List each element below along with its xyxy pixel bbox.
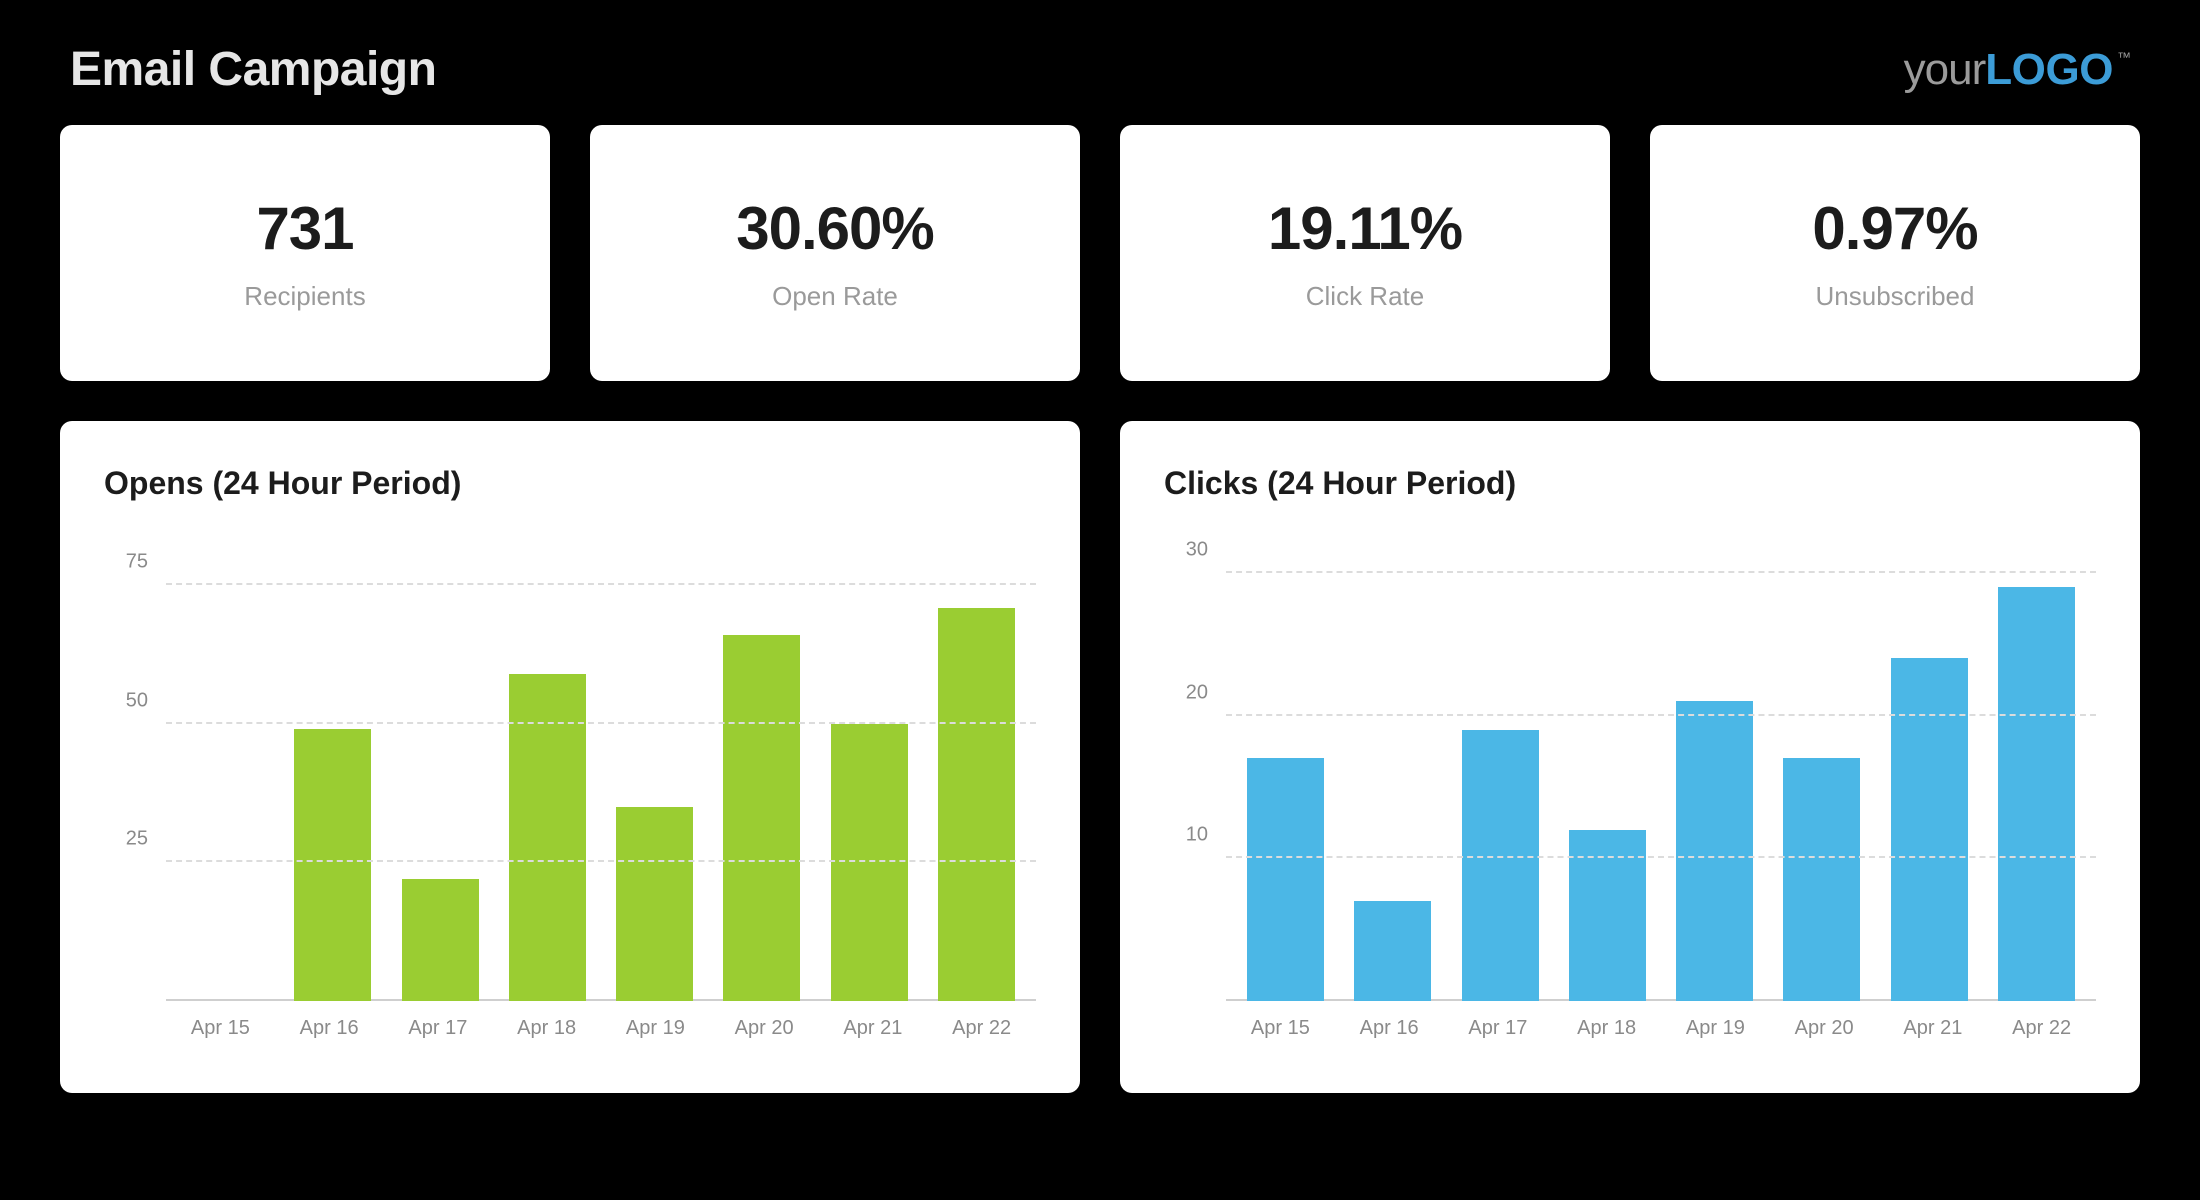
bar <box>1676 701 1753 1001</box>
x-tick-label: Apr 18 <box>1552 1001 1661 1057</box>
bars-container <box>166 530 1036 1001</box>
kpi-value: 731 <box>256 194 353 263</box>
bar <box>1247 758 1324 1001</box>
kpi-value: 0.97% <box>1812 194 1977 263</box>
gridline <box>1226 571 2096 573</box>
bar <box>1891 658 1968 1001</box>
gridline <box>1226 856 2096 858</box>
bar-slot <box>601 530 708 1001</box>
bar <box>1998 587 2075 1001</box>
gridline <box>1226 714 2096 716</box>
x-tick-label: Apr 21 <box>1879 1001 1988 1057</box>
bar-slot <box>1876 530 1983 1001</box>
bar-slot <box>172 530 279 1001</box>
bar-slot <box>923 530 1030 1001</box>
bar <box>1783 758 1860 1001</box>
chart-plot: 255075 Apr 15Apr 16Apr 17Apr 18Apr 19Apr… <box>104 530 1036 1057</box>
logo-prefix: your <box>1904 45 1986 95</box>
gridline <box>166 860 1036 862</box>
y-tick-label: 50 <box>126 689 148 712</box>
x-axis: Apr 15Apr 16Apr 17Apr 18Apr 19Apr 20Apr … <box>1226 1001 2096 1057</box>
logo-word: LOGO <box>1985 45 2113 95</box>
chart-title: Clicks (24 Hour Period) <box>1164 465 2096 502</box>
bar <box>616 807 693 1001</box>
gridline <box>166 722 1036 724</box>
y-tick-label: 75 <box>126 551 148 574</box>
bar <box>723 635 800 1001</box>
kpi-click-rate: 19.11% Click Rate <box>1120 125 1610 381</box>
chart-opens: Opens (24 Hour Period) 255075 Apr 15Apr … <box>60 421 1080 1093</box>
bar-slot <box>816 530 923 1001</box>
x-tick-label: Apr 16 <box>275 1001 384 1057</box>
x-tick-label: Apr 17 <box>384 1001 493 1057</box>
bar-slot <box>1983 530 2090 1001</box>
kpi-label: Recipients <box>244 281 365 312</box>
kpi-value: 19.11% <box>1268 194 1462 263</box>
x-tick-label: Apr 21 <box>819 1001 928 1057</box>
header: Email Campaign your LOGO ™ <box>60 32 2140 125</box>
bar-slot <box>387 530 494 1001</box>
x-tick-label: Apr 20 <box>1770 1001 1879 1057</box>
x-tick-label: Apr 15 <box>1226 1001 1335 1057</box>
x-tick-label: Apr 16 <box>1335 1001 1444 1057</box>
x-tick-label: Apr 22 <box>1987 1001 2096 1057</box>
kpi-unsubscribed: 0.97% Unsubscribed <box>1650 125 2140 381</box>
kpi-open-rate: 30.60% Open Rate <box>590 125 1080 381</box>
plot-area <box>1226 530 2096 1001</box>
bar-slot <box>1554 530 1661 1001</box>
bar <box>1462 730 1539 1001</box>
kpi-label: Open Rate <box>772 281 898 312</box>
chart-row: Opens (24 Hour Period) 255075 Apr 15Apr … <box>60 421 2140 1093</box>
y-tick-label: 10 <box>1186 824 1208 847</box>
brand-logo: your LOGO ™ <box>1904 45 2130 95</box>
kpi-recipients: 731 Recipients <box>60 125 550 381</box>
chart-title: Opens (24 Hour Period) <box>104 465 1036 502</box>
bar-slot <box>1447 530 1554 1001</box>
kpi-row: 731 Recipients 30.60% Open Rate 19.11% C… <box>60 125 2140 381</box>
y-tick-label: 20 <box>1186 681 1208 704</box>
chart-clicks: Clicks (24 Hour Period) 102030 Apr 15Apr… <box>1120 421 2140 1093</box>
gridline <box>166 583 1036 585</box>
y-tick-label: 25 <box>126 828 148 851</box>
x-tick-label: Apr 15 <box>166 1001 275 1057</box>
bar-slot <box>1661 530 1768 1001</box>
x-axis: Apr 15Apr 16Apr 17Apr 18Apr 19Apr 20Apr … <box>166 1001 1036 1057</box>
plot-area <box>166 530 1036 1001</box>
x-tick-label: Apr 18 <box>492 1001 601 1057</box>
bar <box>1354 901 1431 1001</box>
x-tick-label: Apr 20 <box>710 1001 819 1057</box>
bar <box>938 608 1015 1001</box>
chart-plot: 102030 Apr 15Apr 16Apr 17Apr 18Apr 19Apr… <box>1164 530 2096 1057</box>
bar-slot <box>279 530 386 1001</box>
dashboard-page: Email Campaign your LOGO ™ 731 Recipient… <box>0 0 2200 1200</box>
bar-slot <box>1339 530 1446 1001</box>
bar-slot <box>1768 530 1875 1001</box>
bar-slot <box>1232 530 1339 1001</box>
page-title: Email Campaign <box>70 42 436 97</box>
bar <box>294 729 371 1001</box>
y-tick-label: 30 <box>1186 538 1208 561</box>
bar-slot <box>708 530 815 1001</box>
kpi-label: Click Rate <box>1306 281 1424 312</box>
bars-container <box>1226 530 2096 1001</box>
y-axis: 25 50 75 <box>104 530 160 1001</box>
x-tick-label: Apr 17 <box>1444 1001 1553 1057</box>
x-tick-label: Apr 19 <box>601 1001 710 1057</box>
logo-trademark: ™ <box>2117 49 2130 65</box>
bar-slot <box>494 530 601 1001</box>
x-tick-label: Apr 22 <box>927 1001 1036 1057</box>
kpi-label: Unsubscribed <box>1816 281 1975 312</box>
y-axis: 10 20 30 <box>1164 530 1220 1001</box>
bar <box>402 879 479 1001</box>
kpi-value: 30.60% <box>736 194 934 263</box>
x-tick-label: Apr 19 <box>1661 1001 1770 1057</box>
